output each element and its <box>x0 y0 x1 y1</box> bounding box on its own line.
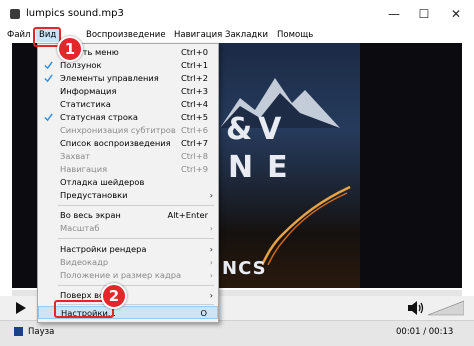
status-time: 00:01 / 00:13 <box>396 327 454 337</box>
checkmark-icon <box>44 74 53 83</box>
step-2-badge: 2 <box>101 283 127 309</box>
submenu-arrow-icon: › <box>209 191 213 200</box>
menu-item-statistics[interactable]: Статистика Ctrl+4 <box>38 98 218 111</box>
submenu-arrow-icon: › <box>209 271 213 280</box>
menu-item-subtitle-sync: Синхронизация субтитров Ctrl+6 <box>60 125 208 135</box>
menu-separator <box>58 285 214 286</box>
menu-item-shader-debug[interactable]: Отладка шейдеров <box>38 176 218 189</box>
close-button[interactable]: ✕ <box>442 4 470 24</box>
volume-slider[interactable] <box>428 300 464 316</box>
menu-file[interactable]: Файл <box>4 29 33 42</box>
menu-item-controls[interactable]: Элементы управления Ctrl+2 <box>38 72 218 85</box>
status-bar: Пауза 00:01 / 00:13 <box>0 320 474 346</box>
status-state: Пауза <box>28 327 55 337</box>
menu-item-zoom: Масштаб › <box>60 223 213 233</box>
view-menu-dropdown: Скрыть меню Ctrl+0 Ползунок Ctrl+1 Элемент… <box>37 43 219 323</box>
window-title: lumpics sound.mp3 <box>26 8 124 19</box>
maximize-button[interactable]: ☐ <box>410 4 438 24</box>
app-icon <box>10 9 20 19</box>
menu-item-pan-scan: Положение и размер кадра › <box>60 270 213 280</box>
title-bar: lumpics sound.mp3 — ☐ ✕ <box>0 0 474 29</box>
video-title-line2: NE <box>228 150 302 185</box>
media-icon <box>14 327 23 336</box>
menu-item-statusbar[interactable]: Статусная строка Ctrl+5 <box>38 111 218 124</box>
volume-icon[interactable] <box>408 301 424 315</box>
submenu-arrow-icon: › <box>209 291 213 300</box>
checkmark-icon <box>44 61 53 70</box>
menu-item-capture: Захват Ctrl+8 <box>60 151 208 161</box>
menu-bookmarks[interactable]: Закладки <box>222 29 271 42</box>
menu-item-fullscreen[interactable]: Во весь экран Alt+Enter <box>38 209 218 222</box>
submenu-arrow-icon: › <box>209 258 213 267</box>
menu-help[interactable]: Помощь <box>274 29 316 42</box>
checkmark-icon <box>44 113 53 122</box>
menu-item-playlist[interactable]: Список воспроизведения Ctrl+7 <box>38 137 218 150</box>
video-title-line1: &V <box>226 112 288 147</box>
menu-navigation[interactable]: Навигация <box>171 29 225 42</box>
menu-item-info[interactable]: Информация Ctrl+3 <box>38 85 218 98</box>
ncs-logo: NCS <box>222 258 267 279</box>
submenu-arrow-icon: › <box>209 224 213 233</box>
play-icon[interactable] <box>16 302 26 314</box>
menu-item-renderer-settings[interactable]: Настройки рендера › <box>38 243 218 256</box>
submenu-arrow-icon: › <box>209 245 213 254</box>
menu-separator <box>58 205 214 206</box>
menu-item-presets[interactable]: Предустановки › <box>38 189 218 202</box>
step-1-badge: 1 <box>57 36 83 62</box>
menu-separator <box>58 238 214 239</box>
road-lights-image <box>262 185 351 265</box>
menu-item-navigation: Навигация Ctrl+9 <box>60 164 208 174</box>
menu-item-video-frame: Видеокадр › <box>60 257 213 267</box>
minimize-button[interactable]: — <box>380 4 408 24</box>
